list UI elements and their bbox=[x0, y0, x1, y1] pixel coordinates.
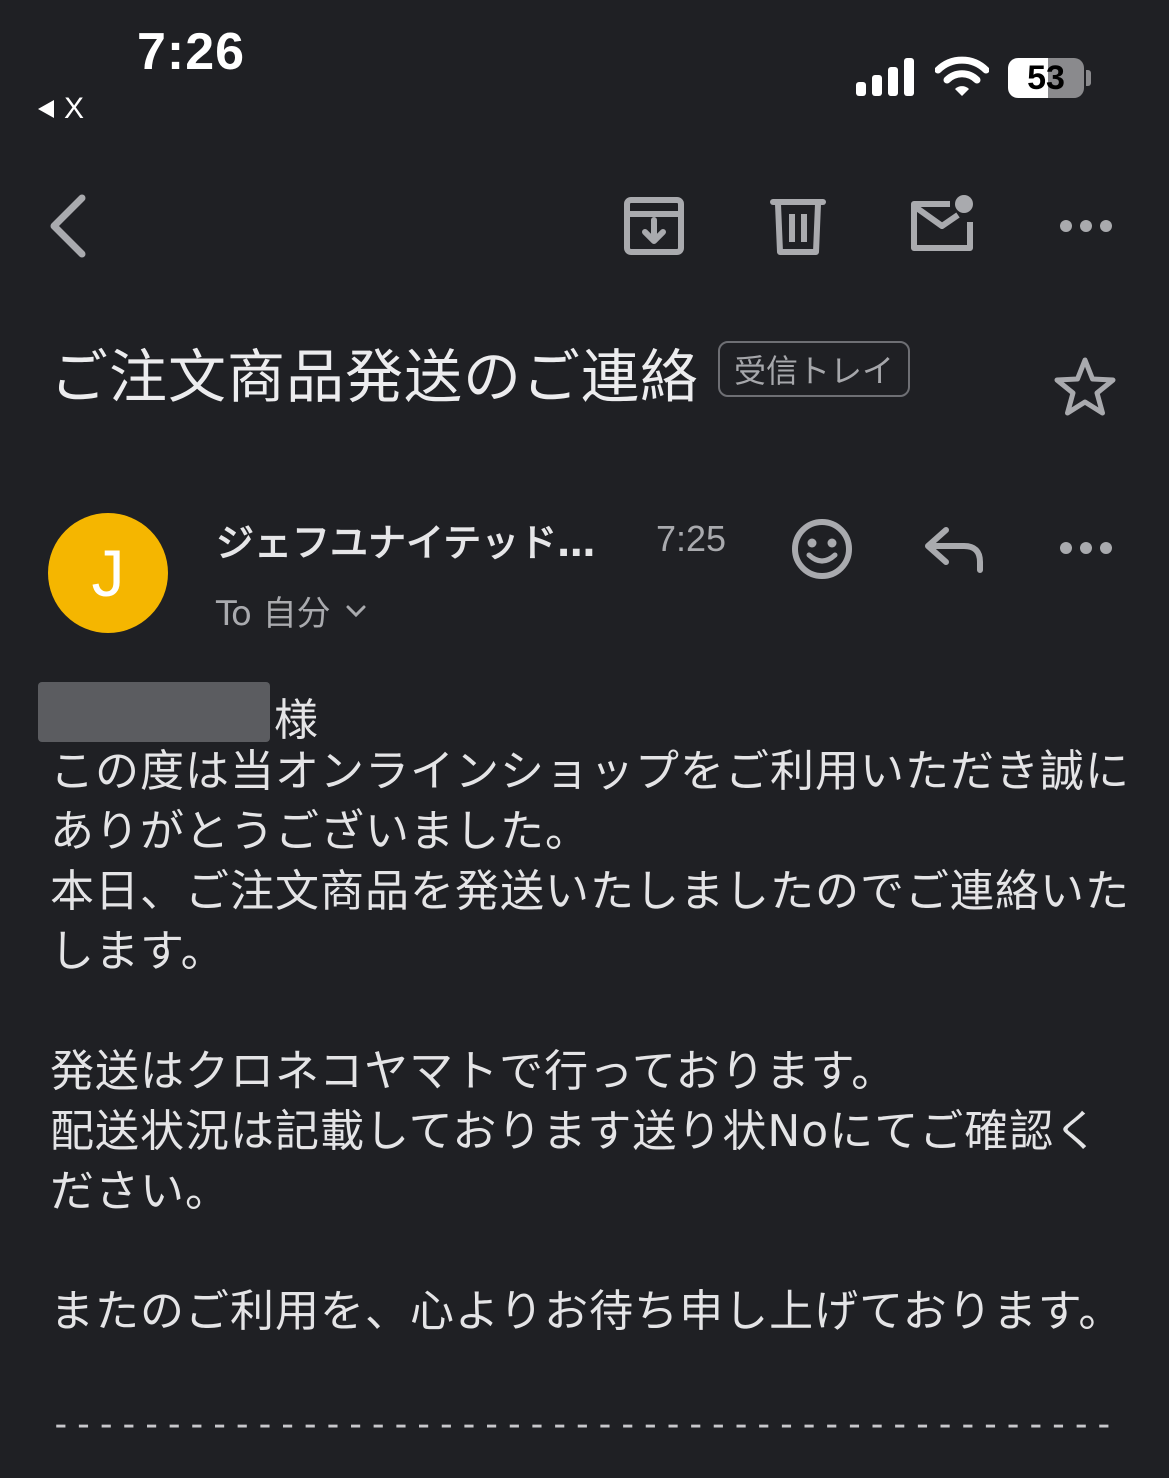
email-subject: ご注文商品発送のご連絡 bbox=[50, 343, 700, 411]
body-line: 発送はクロネコヤマトで行っております。 bbox=[50, 1046, 897, 1097]
recipient-label: To 自分 bbox=[216, 594, 331, 634]
email-body: この度は当オンラインショップをご利用いただき誠にありがとうございました。 本日、… bbox=[50, 742, 1130, 1342]
delete-button[interactable] bbox=[770, 194, 826, 256]
sender-avatar[interactable]: J bbox=[48, 513, 168, 633]
battery-level: 53 bbox=[1027, 59, 1065, 97]
more-options-button[interactable] bbox=[1054, 210, 1118, 242]
recipient-details-toggle[interactable]: To 自分 bbox=[216, 586, 367, 635]
star-button[interactable] bbox=[1052, 355, 1118, 419]
sent-time: 7:25 bbox=[656, 518, 727, 559]
archive-button[interactable] bbox=[622, 196, 686, 256]
battery-indicator: 53 bbox=[1008, 58, 1084, 98]
battery-cap bbox=[1086, 70, 1091, 86]
redacted-recipient-name bbox=[38, 682, 270, 742]
chevron-down-icon bbox=[346, 605, 366, 617]
cellular-signal-icon bbox=[856, 58, 914, 96]
back-button[interactable] bbox=[40, 190, 96, 262]
body-line: この度は当オンラインショップをご利用いただき誠にありがとうございました。 bbox=[50, 746, 1130, 857]
message-more-button[interactable] bbox=[1054, 532, 1118, 564]
salutation-suffix: 様 bbox=[274, 695, 318, 746]
back-triangle-icon bbox=[38, 100, 54, 118]
add-reaction-button[interactable] bbox=[790, 517, 854, 581]
inbox-label-chip[interactable]: 受信トレイ bbox=[718, 341, 910, 397]
back-to-app-button[interactable]: X bbox=[38, 92, 84, 126]
mark-unread-button[interactable] bbox=[906, 192, 978, 254]
reply-button[interactable] bbox=[922, 524, 986, 574]
body-line: 配送状況は記載しております送り状Noにてご確認ください。 bbox=[50, 1106, 1100, 1217]
body-divider: ----------------------------------------… bbox=[50, 1404, 1112, 1445]
sender-name[interactable]: ジェフユナイテッド… bbox=[216, 512, 616, 567]
wifi-icon bbox=[935, 56, 989, 96]
back-app-label: X bbox=[64, 92, 85, 125]
body-line: またのご利用を、心よりお待ち申し上げております。 bbox=[50, 1286, 1124, 1337]
status-time: 7:26 bbox=[137, 23, 246, 81]
body-line: 本日、ご注文商品を発送いたしましたのでご連絡いたします。 bbox=[50, 866, 1130, 977]
